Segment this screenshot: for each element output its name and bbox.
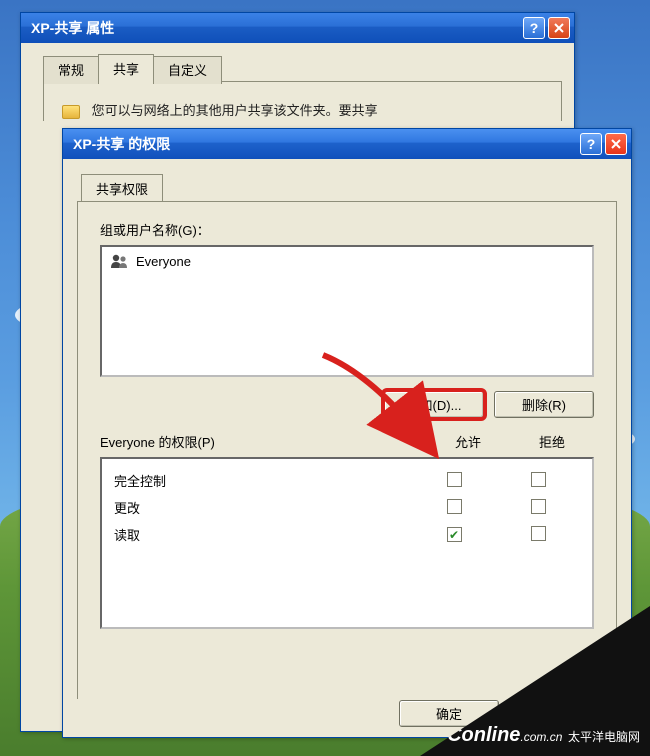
tab-share-permissions[interactable]: 共享权限 (81, 174, 163, 202)
deny-cell (496, 472, 580, 490)
permissions-dialog: XP-共享 的权限 ? 共享权限 组或用户名称(G)： Everyone (62, 128, 632, 738)
permission-name: 读取 (114, 525, 412, 544)
permission-name: 完全控制 (114, 471, 412, 490)
allow-checkbox[interactable] (447, 472, 462, 487)
tab-general[interactable]: 常规 (43, 56, 99, 84)
group-icon (110, 253, 130, 269)
tab-panel: 您可以与网络上的其他用户共享该文件夹。要共享 (43, 81, 562, 121)
deny-cell (496, 526, 580, 544)
group-users-listbox[interactable]: Everyone (100, 245, 594, 377)
help-button[interactable]: ? (580, 133, 602, 155)
allow-checkbox[interactable]: ✔ (447, 527, 462, 542)
list-item-label: Everyone (136, 254, 191, 269)
watermark-cn: 太平洋电脑网 (568, 730, 640, 744)
permission-row: 读取 ✔ (114, 521, 580, 548)
remove-button[interactable]: 删除(R) (494, 391, 594, 418)
window-title: XP-共享 属性 (31, 18, 520, 38)
permission-name: 更改 (114, 498, 412, 517)
allow-cell (412, 472, 496, 490)
permissions-for-label: Everyone 的权限(P) (100, 432, 426, 451)
folder-icon (62, 105, 80, 119)
allow-cell (412, 499, 496, 517)
permissions-panel: 组或用户名称(G)： Everyone (77, 201, 617, 699)
titlebar[interactable]: XP-共享 的权限 ? (63, 129, 631, 159)
tab-sharing[interactable]: 共享 (98, 54, 154, 82)
close-button[interactable] (605, 133, 627, 155)
permissions-header: Everyone 的权限(P) 允许 拒绝 (100, 432, 594, 451)
column-allow: 允许 (426, 432, 510, 451)
allow-cell: ✔ (412, 527, 496, 543)
titlebar[interactable]: XP-共享 属性 ? (21, 13, 574, 43)
deny-checkbox[interactable] (531, 526, 546, 541)
list-item[interactable]: Everyone (110, 253, 584, 269)
tab-strip: 共享权限 (63, 159, 631, 201)
deny-checkbox[interactable] (531, 472, 546, 487)
help-button[interactable]: ? (523, 17, 545, 39)
permissions-grid: 完全控制更改读取 ✔ (100, 457, 594, 629)
add-button[interactable]: 添加(D)... (384, 391, 484, 418)
sharing-description: 您可以与网络上的其他用户共享该文件夹。要共享 (92, 103, 378, 118)
deny-checkbox[interactable] (531, 499, 546, 514)
permission-row: 更改 (114, 494, 580, 521)
allow-checkbox[interactable] (447, 499, 462, 514)
tab-strip: 常规 共享 自定义 (21, 43, 574, 81)
permission-row: 完全控制 (114, 467, 580, 494)
add-remove-row: 添加(D)... 删除(R) (100, 391, 594, 418)
close-button[interactable] (548, 17, 570, 39)
watermark-logo: PConline.com.cn 太平洋电脑网 (434, 725, 640, 746)
group-users-label: 组或用户名称(G)： (100, 220, 594, 239)
column-deny: 拒绝 (510, 432, 594, 451)
tab-custom[interactable]: 自定义 (153, 56, 222, 84)
dialog-title: XP-共享 的权限 (73, 134, 577, 154)
watermark-domain: .com.cn (520, 730, 562, 744)
deny-cell (496, 499, 580, 517)
